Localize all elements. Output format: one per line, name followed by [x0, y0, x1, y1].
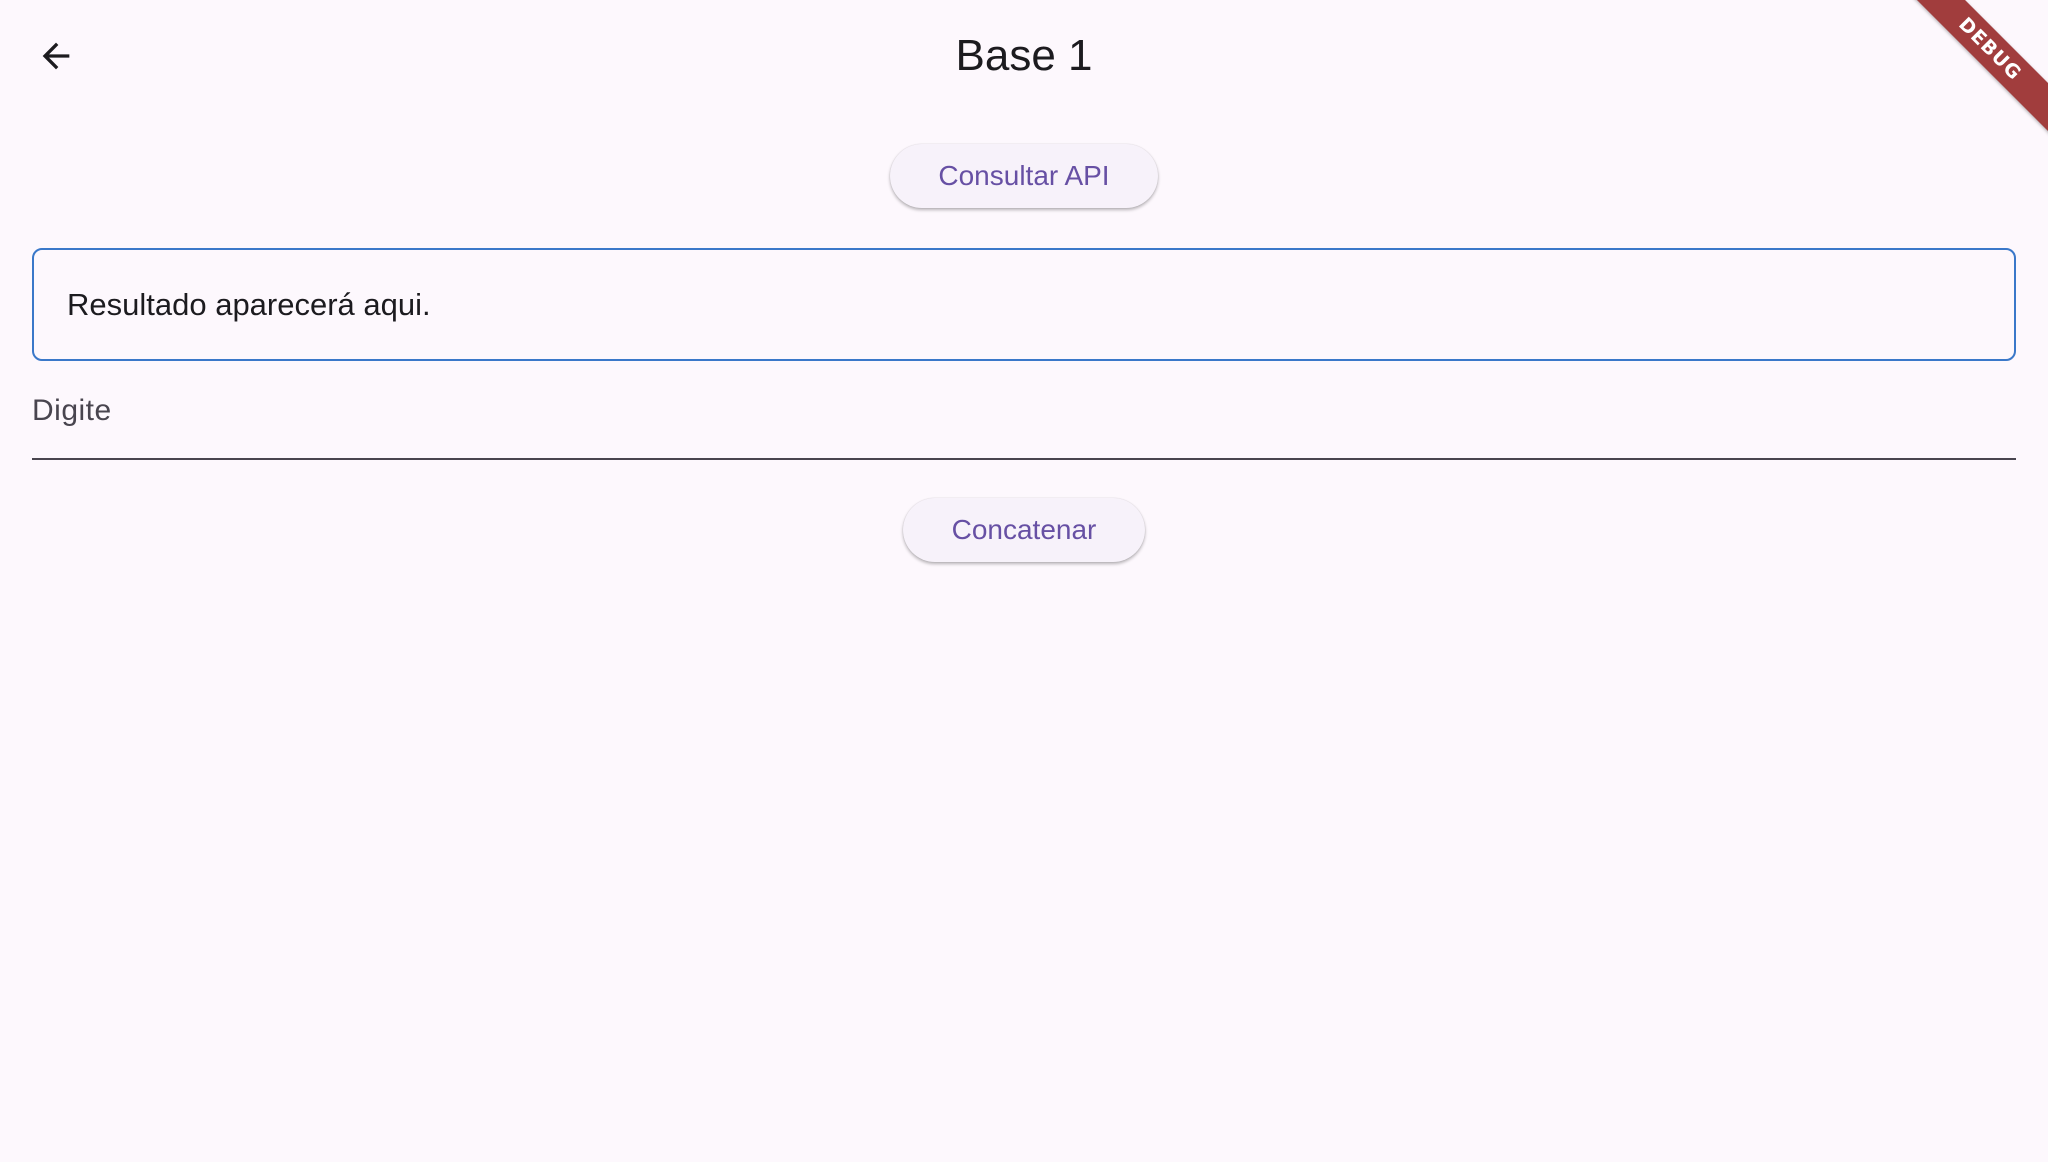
input-label: Digite [32, 394, 112, 427]
result-box: Resultado aparecerá aqui. [32, 248, 2016, 361]
text-input-field[interactable]: Digite [32, 380, 2016, 460]
concatenate-button[interactable]: Concatenar [903, 498, 1145, 562]
page-title: Base 1 [955, 31, 1093, 80]
consult-api-button[interactable]: Consultar API [890, 144, 1158, 208]
result-text: Resultado aparecerá aqui. [67, 286, 431, 322]
app-bar: Base 1 [0, 0, 2048, 110]
